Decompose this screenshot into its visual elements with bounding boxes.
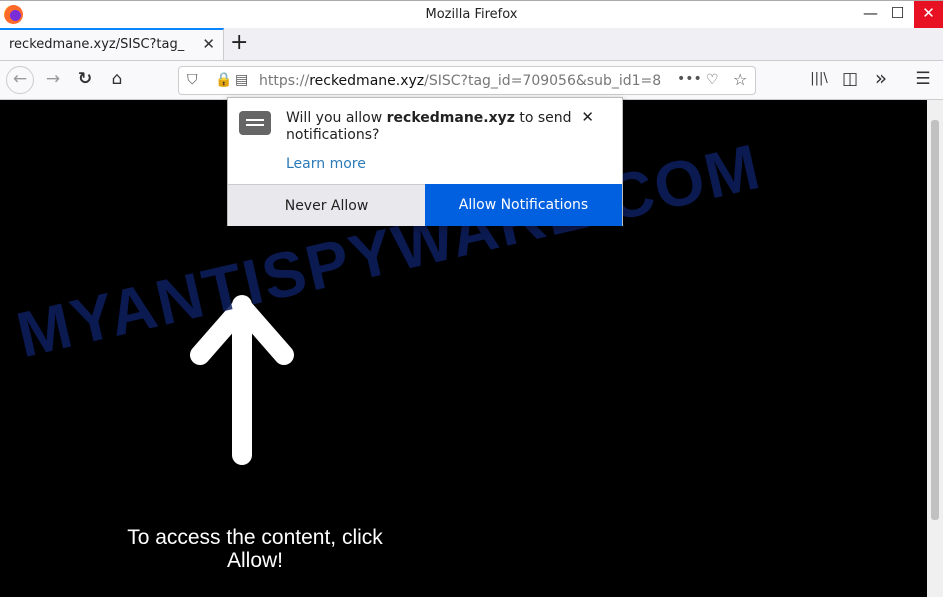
close-window-button[interactable]: ✕ — [914, 1, 943, 28]
bookmark-star-icon[interactable]: ☆ — [733, 70, 747, 89]
title-bar: Mozilla Firefox — ☐ ✕ — [0, 0, 943, 28]
tracking-shield-icon[interactable]: ⛉ — [187, 72, 198, 88]
reload-button[interactable]: ↻ — [74, 69, 96, 89]
message-icon — [239, 111, 271, 135]
tab-bar: reckedmane.xyz/SISC?tag_ ✕ + — [0, 28, 943, 60]
notification-permission-icon[interactable]: ▤ — [235, 72, 248, 88]
permission-question: Will you allow reckedmane.xyz to send no… — [286, 110, 572, 143]
tab-label: reckedmane.xyz/SISC?tag_ — [9, 37, 185, 52]
menu-icon[interactable]: ☰ — [912, 69, 934, 89]
library-icon[interactable]: |||\ — [808, 71, 830, 86]
allow-notifications-button[interactable]: Allow Notifications — [425, 184, 622, 226]
navigation-toolbar: ← → ↻ ⌂ ⛉ 🔒 ▤ https://reckedmane.xyz/SIS… — [0, 60, 943, 100]
access-message: To access the content, click Allow! — [127, 526, 383, 572]
lock-icon[interactable]: 🔒 — [215, 72, 232, 88]
popup-close-icon[interactable]: ✕ — [581, 108, 594, 126]
url-text: https://reckedmane.xyz/SISC?tag_id=70905… — [259, 73, 662, 89]
new-tab-button[interactable]: + — [230, 30, 248, 55]
never-allow-button[interactable]: Never Allow — [228, 184, 425, 226]
url-bar[interactable]: ⛉ 🔒 ▤ https://reckedmane.xyz/SISC?tag_id… — [178, 66, 756, 95]
overflow-icon[interactable]: » — [870, 66, 892, 90]
tab-active[interactable]: reckedmane.xyz/SISC?tag_ ✕ — [0, 28, 224, 60]
back-button[interactable]: ← — [6, 66, 34, 94]
forward-button[interactable]: → — [42, 69, 64, 89]
page-actions-icon[interactable]: ••• — [677, 71, 702, 87]
notification-permission-popup: Will you allow reckedmane.xyz to send no… — [227, 97, 623, 226]
minimize-button[interactable]: — — [857, 1, 884, 28]
tab-close-icon[interactable]: ✕ — [202, 35, 215, 53]
maximize-button[interactable]: ☐ — [884, 1, 911, 28]
window-title: Mozilla Firefox — [425, 7, 518, 22]
scrollbar-thumb[interactable] — [931, 120, 939, 520]
home-button[interactable]: ⌂ — [106, 69, 128, 89]
scrollbar[interactable] — [927, 100, 943, 597]
pocket-icon[interactable]: ♡ — [706, 72, 719, 88]
learn-more-link[interactable]: Learn more — [286, 156, 366, 172]
sidebar-icon[interactable]: ◫ — [839, 69, 861, 89]
